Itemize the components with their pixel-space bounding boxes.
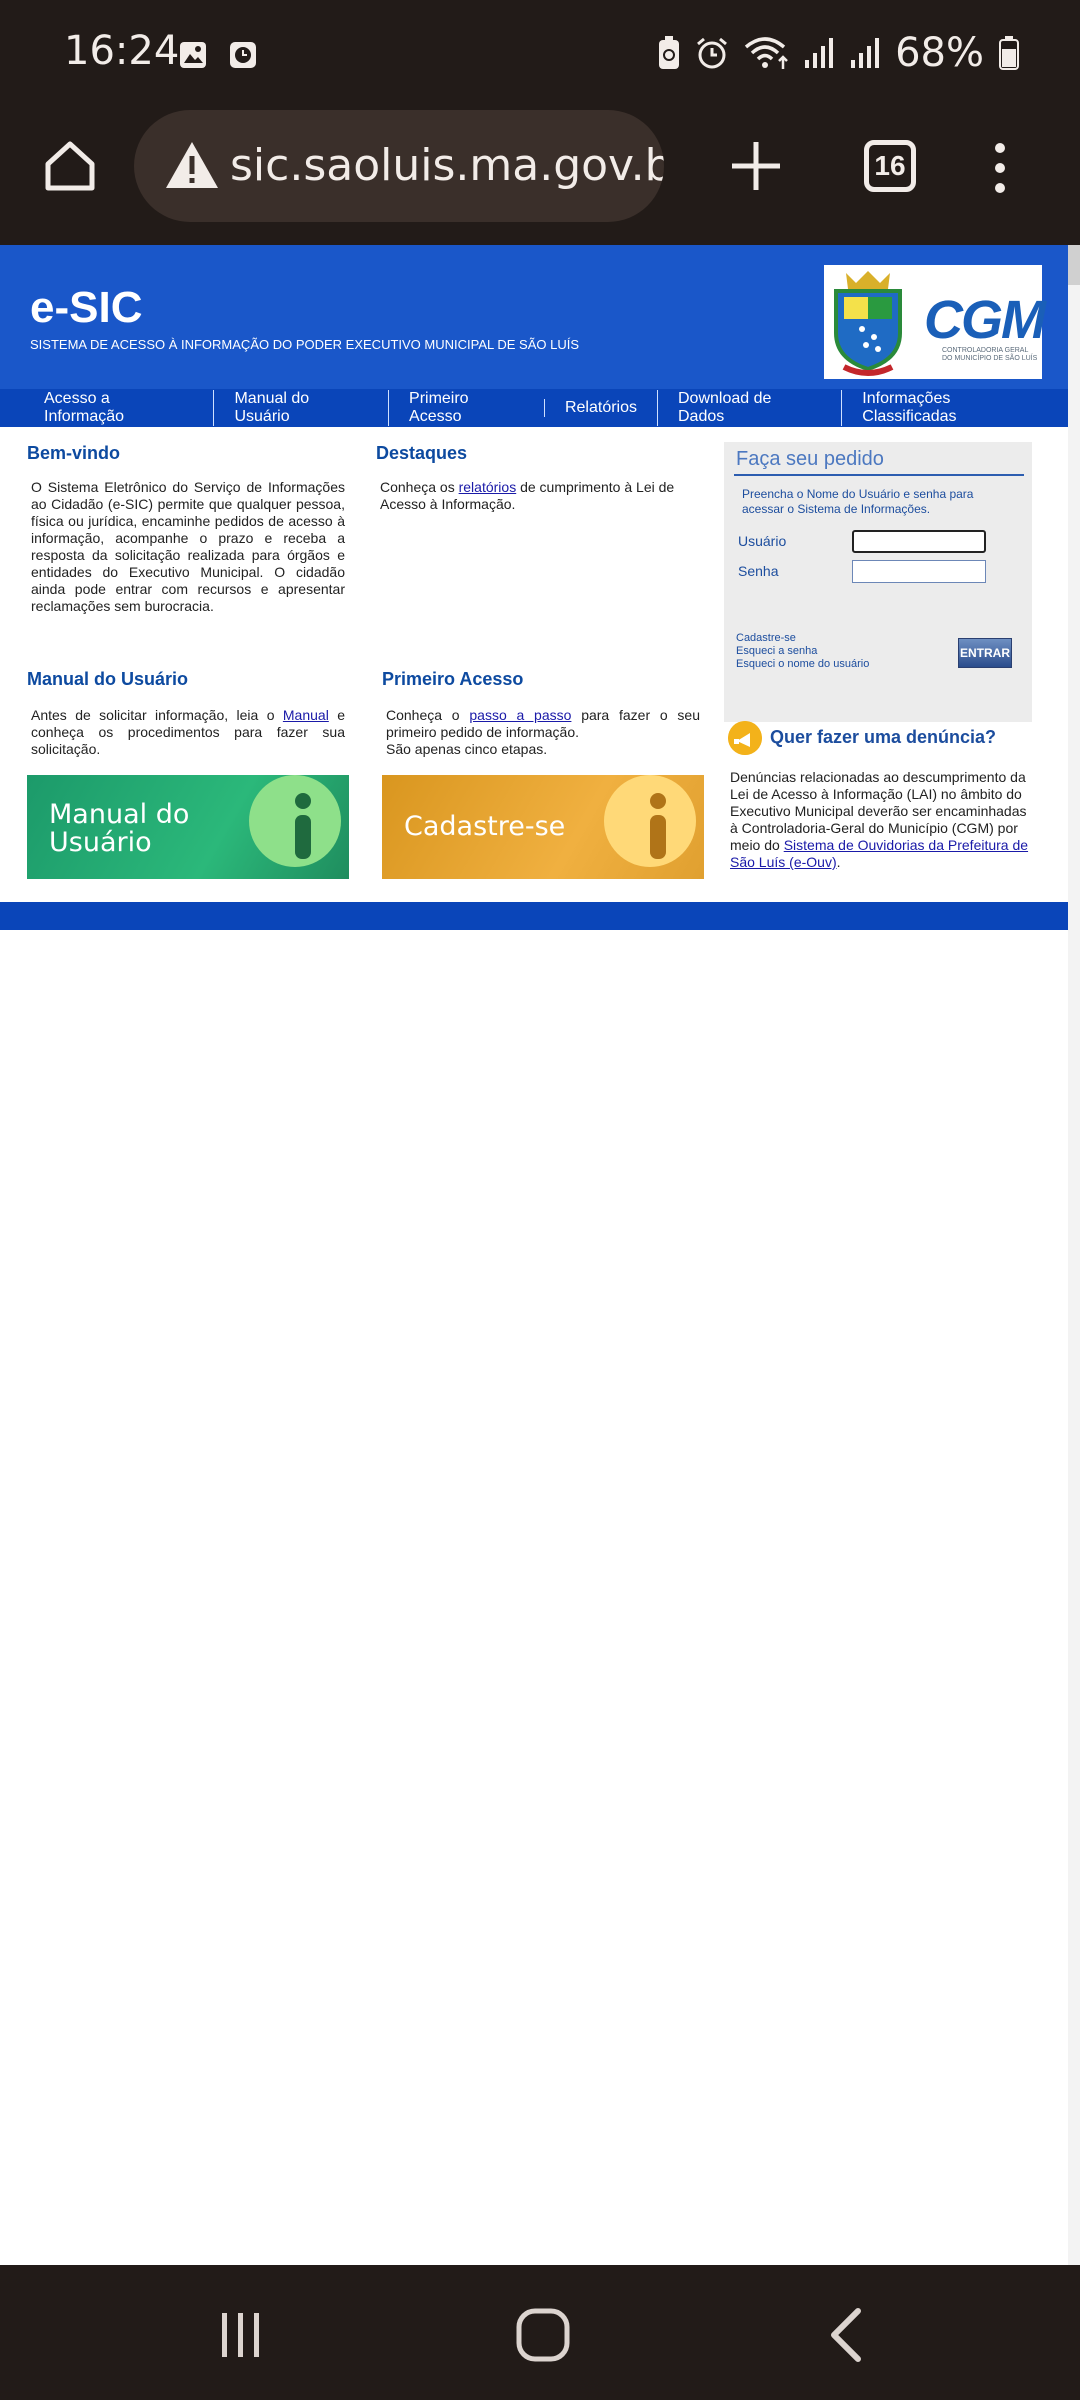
forgot-password-link[interactable]: Esqueci a senha — [736, 645, 817, 657]
new-tab-icon[interactable] — [726, 136, 786, 196]
site-subtitle: SISTEMA DE ACESSO À INFORMAÇÃO DO PODER … — [30, 337, 579, 352]
page-scrollbar[interactable] — [1068, 245, 1080, 2265]
first-access-title: Primeiro Acesso — [382, 669, 524, 689]
cadastre-se-banner-text: Cadastre-se — [404, 811, 566, 842]
welcome-text: O Sistema Eletrônico do Serviço de Infor… — [31, 479, 345, 614]
url-text[interactable]: sic.saoluis.ma.gov.br — [230, 140, 664, 191]
manual-link[interactable]: Manual — [283, 707, 329, 723]
home-button-icon[interactable] — [515, 2307, 571, 2363]
scrollbar-thumb[interactable] — [1068, 245, 1080, 285]
manual-banner[interactable]: Manual do Usuário — [27, 775, 349, 879]
forgot-username-link[interactable]: Esqueci o nome do usuário — [736, 658, 869, 670]
username-label: Usuário — [738, 533, 787, 549]
complaint-text-end: . — [836, 854, 841, 870]
first-access-text-start: Conheça o — [386, 707, 470, 723]
manual-banner-line1: Manual do — [49, 799, 190, 830]
tab-switcher-button[interactable]: 16 — [864, 140, 916, 192]
site-header: e-SIC SISTEMA DE ACESSO À INFORMAÇÃO DO … — [0, 245, 1068, 389]
status-bar: 16:24 68% — [0, 0, 1080, 110]
passo-a-passo-link[interactable]: passo a passo — [469, 707, 571, 723]
highlights-text: Conheça os relatórios de cumprimento à L… — [380, 479, 680, 513]
cadastre-se-banner[interactable]: Cadastre-se — [382, 775, 704, 879]
welcome-title: Bem-vindo — [27, 443, 121, 463]
cgm-logo-subtext: CONTROLADORIA GERAL DO MUNICÍPIO DE SÃO … — [942, 347, 1038, 362]
clock-app-icon — [230, 42, 256, 68]
megaphone-icon[interactable] — [728, 721, 762, 755]
complaint-title[interactable]: Quer fazer uma denúncia? — [770, 727, 996, 748]
login-title: Faça seu pedido — [736, 448, 884, 470]
home-icon[interactable] — [40, 136, 100, 196]
more-options-icon[interactable] — [990, 138, 1010, 198]
image-icon — [180, 42, 206, 68]
manual-banner-line2: Usuário — [49, 827, 152, 858]
browser-toolbar: sic.saoluis.ma.gov.br 16 — [0, 110, 1080, 245]
recent-apps-icon[interactable] — [216, 2310, 266, 2360]
nav-informacoes-classificadas[interactable]: Informações Classificadas — [841, 390, 1068, 426]
nav-acesso-informacao[interactable]: Acesso a Informação — [24, 390, 213, 426]
nav-relatorios[interactable]: Relatórios — [543, 399, 657, 417]
password-label: Senha — [738, 563, 779, 579]
warning-icon[interactable] — [164, 138, 220, 194]
manual-text-start: Antes de solicitar informação, leia o — [31, 707, 283, 723]
battery-percentage: 68% — [895, 30, 984, 76]
complaint-text: Denúncias relacionadas ao descumprimento… — [730, 769, 1030, 871]
system-navigation-bar — [0, 2265, 1080, 2400]
main-nav: Acesso a Informação Manual do Usuário Pr… — [0, 389, 1068, 427]
info-icon — [295, 793, 311, 859]
nav-primeiro-acesso[interactable]: Primeiro Acesso — [388, 390, 544, 426]
manual-text: Antes de solicitar informação, leia o Ma… — [31, 707, 345, 758]
nav-download-dados[interactable]: Download de Dados — [657, 390, 841, 426]
manual-title: Manual do Usuário — [27, 669, 189, 689]
login-divider — [734, 474, 1024, 476]
wifi-icon — [744, 37, 788, 69]
signal-icon — [851, 38, 880, 68]
signal-icon — [805, 38, 834, 68]
login-box: Faça seu pedido Preencha o Nome do Usuár… — [724, 442, 1032, 722]
login-button[interactable]: ENTRAR — [958, 638, 1012, 668]
main-content: Bem-vindo O Sistema Eletrônico do Serviç… — [0, 427, 1068, 902]
site-footer — [0, 902, 1068, 930]
coat-of-arms-icon — [834, 271, 902, 376]
battery-saver-icon — [659, 36, 680, 69]
highlights-text-start: Conheça os — [380, 479, 459, 495]
highlights-title: Destaques — [376, 443, 468, 463]
status-time: 16:24 — [64, 28, 180, 74]
web-page: e-SIC SISTEMA DE ACESSO À INFORMAÇÃO DO … — [0, 245, 1068, 930]
relatorios-link[interactable]: relatórios — [459, 479, 517, 495]
alarm-icon — [697, 37, 728, 69]
cgm-logo-text: CGM — [924, 290, 1046, 350]
address-bar[interactable]: sic.saoluis.ma.gov.br — [134, 110, 664, 222]
login-description: Preencha o Nome do Usuário e senha para … — [742, 487, 974, 516]
first-access-text: Conheça o passo a passo para fazer o seu… — [386, 707, 700, 741]
site-title[interactable]: e-SIC — [30, 283, 142, 333]
back-icon[interactable] — [826, 2307, 866, 2363]
info-icon — [650, 793, 666, 859]
register-link[interactable]: Cadastre-se — [736, 632, 796, 644]
battery-icon — [999, 36, 1019, 70]
username-input[interactable] — [852, 530, 986, 553]
password-input[interactable] — [852, 560, 986, 583]
nav-manual-usuario[interactable]: Manual do Usuário — [213, 390, 388, 426]
cgm-logo[interactable]: CGM CONTROLADORIA GERAL DO MUNICÍPIO DE … — [824, 265, 1046, 379]
first-access-text2: São apenas cinco etapas. — [386, 741, 548, 757]
